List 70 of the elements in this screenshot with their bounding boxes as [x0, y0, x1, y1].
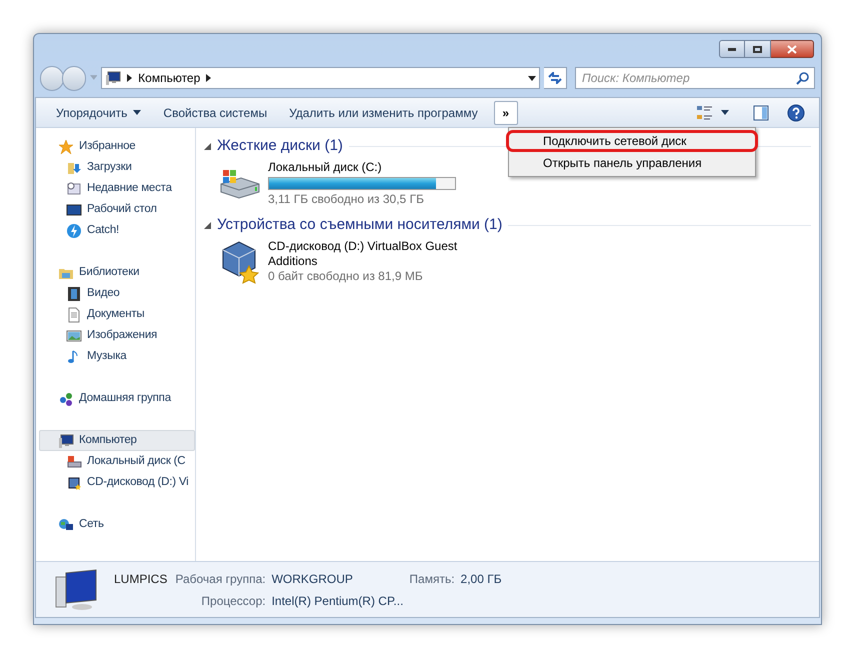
sidebar-item[interactable]: Catch! — [39, 220, 195, 241]
maximize-button[interactable] — [745, 40, 771, 58]
refresh-button[interactable] — [544, 67, 568, 89]
computer-icon — [105, 70, 122, 86]
caret-icon — [133, 110, 142, 115]
field-label: Процессор: — [200, 592, 266, 610]
sidebar-item[interactable]: Домашняя группа — [39, 388, 195, 409]
computer-name: LUMPICS — [114, 570, 168, 588]
sidebar-item[interactable]: Недавние места — [39, 178, 195, 199]
field-value: 2,00 ГБ — [460, 570, 502, 588]
toolbar-button[interactable]: Упорядочить — [46, 100, 152, 124]
drive-info: 0 байт свободно из 81,9 МБ — [268, 269, 424, 284]
dropdown-arrow-icon — [528, 76, 536, 80]
preview-pane-icon — [753, 104, 769, 120]
caret-icon — [721, 110, 729, 115]
network-group-icon — [58, 390, 74, 406]
group-header: Жесткие диски (1) — [217, 136, 343, 156]
drive-info: 3,11 ГБ свободно из 30,5 ГБ — [268, 192, 425, 207]
film-icon — [66, 286, 82, 302]
sidebar-item[interactable]: Видео — [39, 283, 195, 304]
breadcrumb[interactable]: Компьютер — [138, 69, 200, 87]
sidebar-item[interactable]: Библиотеки — [39, 262, 195, 283]
close-icon — [787, 44, 797, 54]
sidebar-item[interactable]: Документы — [39, 304, 195, 325]
sidebar-item[interactable]: Локальный диск (C — [39, 451, 195, 472]
sidebar-item[interactable]: Изображения — [39, 325, 195, 346]
caret-icon — [90, 75, 98, 81]
minimize-button[interactable] — [719, 40, 745, 58]
sidebar-item[interactable]: Избранное — [39, 136, 195, 157]
minimize-icon — [728, 48, 736, 50]
sidebar-item[interactable]: Загрузки — [39, 157, 195, 178]
drive-name[interactable]: CD-дисковод (D:) VirtualBox Guest Additions — [268, 239, 468, 269]
collapse-arrow-icon[interactable] — [204, 222, 211, 228]
sidebar-item[interactable]: CD-дисковод (D:) Vi — [39, 472, 195, 493]
refresh-icon — [548, 72, 562, 84]
star-icon — [58, 138, 74, 154]
field-label: Рабочая группа: — [175, 570, 266, 588]
desktop-icon — [66, 202, 82, 218]
sidebar-item[interactable]: Музыка — [39, 346, 195, 367]
search-field[interactable]: Поиск: Компьютер — [575, 67, 816, 89]
sidebar-item[interactable]: Компьютер — [39, 430, 195, 451]
search-icon — [796, 72, 810, 84]
menu-item[interactable]: Подключить сетевой диск — [506, 130, 758, 152]
collapse-arrow-icon[interactable] — [204, 142, 211, 150]
toolbar-button[interactable]: Свойства системы — [153, 100, 278, 124]
lightning-icon — [66, 222, 82, 238]
drive-name[interactable]: Локальный диск (C:) — [268, 160, 468, 175]
address-field[interactable]: Компьютер — [101, 67, 540, 89]
chevron-icon — [206, 74, 212, 82]
group-header: Устройства со съемными носителями (1) — [217, 214, 502, 235]
help-icon — [787, 104, 805, 122]
field-value: WORKGROUP — [272, 570, 354, 588]
chevron-icon — [127, 74, 132, 82]
computer-icon — [58, 432, 74, 448]
field-value: Intel(R) Pentium(R) CP... — [272, 592, 404, 610]
virtualbox-icon — [66, 474, 82, 490]
menu-item[interactable]: Открыть панель управления — [511, 152, 753, 174]
sidebar-item[interactable]: Рабочий стол — [39, 199, 195, 220]
document-icon — [66, 306, 82, 322]
recent-places-icon — [66, 180, 82, 196]
close-button[interactable] — [771, 40, 814, 58]
overflow-button[interactable]: » — [494, 100, 518, 124]
sidebar-item[interactable]: Сеть — [39, 514, 195, 535]
globe-icon — [58, 516, 74, 532]
toolbar-button[interactable]: Удалить или изменить программу — [279, 100, 488, 124]
maximize-icon — [753, 46, 762, 52]
field-label: Память: — [409, 570, 455, 588]
view-list-icon — [697, 106, 713, 120]
hard-drive-icon — [66, 454, 82, 470]
image-icon — [66, 328, 82, 344]
